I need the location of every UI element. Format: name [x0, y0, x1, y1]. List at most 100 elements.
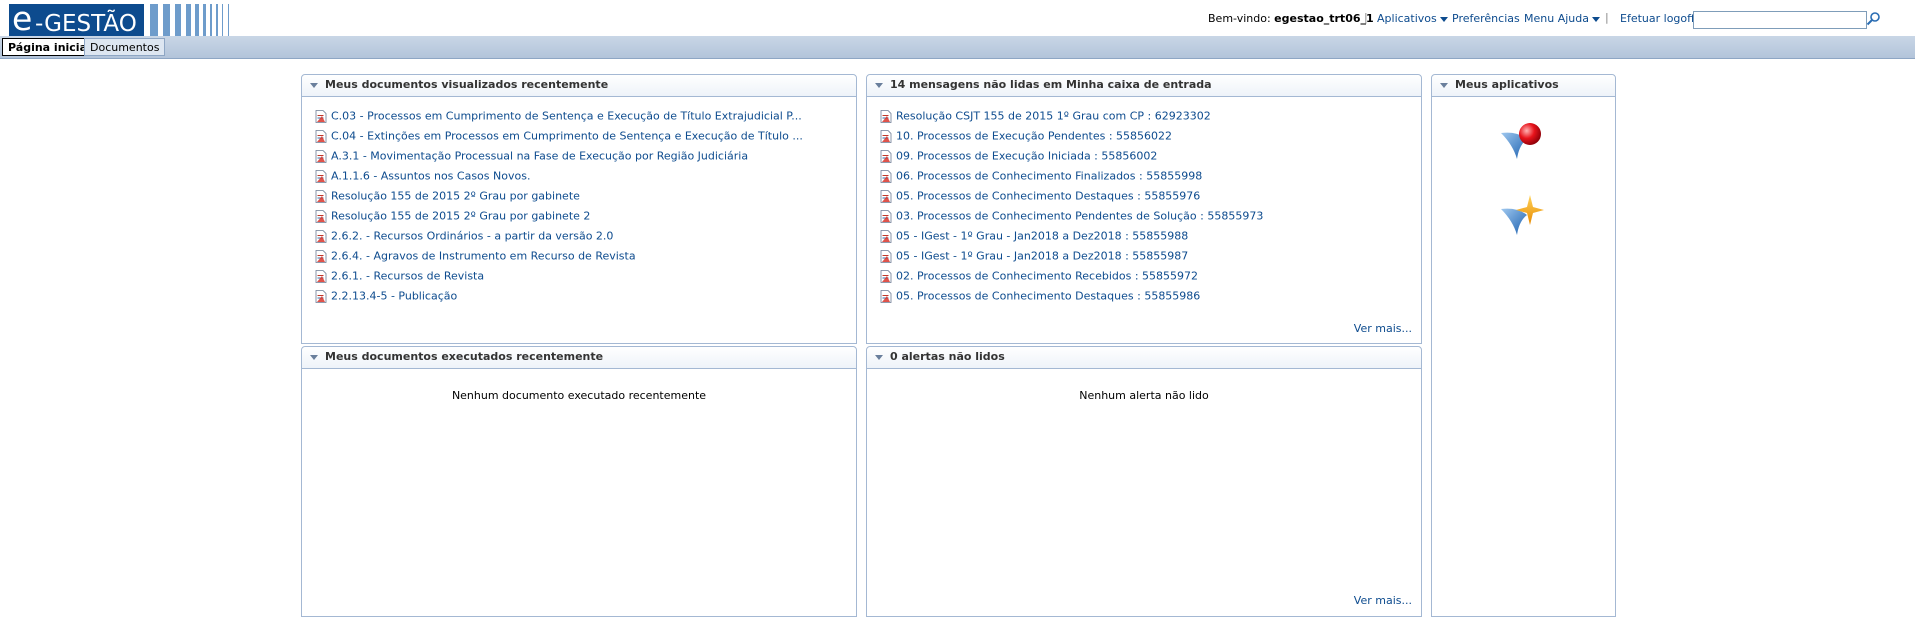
- report-document-icon: [880, 129, 892, 143]
- report-document-icon: [880, 289, 892, 303]
- tab-documents[interactable]: Documentos: [84, 38, 166, 56]
- collapse-icon[interactable]: [310, 83, 318, 88]
- recent-document-item-link[interactable]: A.1.1.6 - Assuntos nos Casos Novos.: [331, 170, 530, 183]
- inbox-message-item-link[interactable]: 03. Processos de Conhecimento Pendentes …: [896, 210, 1263, 223]
- inbox-message-item-link[interactable]: 05 - IGest - 1º Grau - Jan2018 a Dez2018…: [896, 250, 1188, 263]
- recent-document-item-link[interactable]: C.03 - Processos em Cumprimento de Sente…: [331, 110, 802, 123]
- report-document-icon: [315, 269, 327, 283]
- collapse-icon[interactable]: [1440, 83, 1448, 88]
- recent-document-item[interactable]: 2.2.13.4-5 - Publicação: [315, 289, 846, 309]
- portlet-header[interactable]: Meus documentos visualizados recentement…: [302, 75, 856, 97]
- separator: |: [1605, 11, 1609, 24]
- logo-stripe: [222, 4, 223, 36]
- collapse-icon[interactable]: [310, 355, 318, 360]
- logo-stripe: [163, 4, 170, 36]
- collapse-icon[interactable]: [875, 355, 883, 360]
- help-menu[interactable]: Menu Ajuda: [1524, 12, 1600, 25]
- report-document-icon: [880, 269, 892, 283]
- preferences-link[interactable]: Preferências: [1452, 12, 1520, 25]
- report-document-icon: [880, 209, 892, 223]
- report-document-icon: [880, 229, 892, 243]
- welcome-text: Bem-vindo: egestao_trt06_1: [1208, 12, 1374, 25]
- alerts-portlet: 0 alertas não lidos Nenhum alerta não li…: [866, 346, 1422, 617]
- recent-document-item-link[interactable]: C.04 - Extinções em Processos em Cumprim…: [331, 130, 803, 143]
- logo-text: -GESTÃO: [35, 11, 137, 36]
- collapse-icon[interactable]: [875, 83, 883, 88]
- inbox-message-item[interactable]: 03. Processos de Conhecimento Pendentes …: [880, 209, 1411, 229]
- inbox-message-item[interactable]: Resolução CSJT 155 de 2015 1º Grau com C…: [880, 109, 1411, 129]
- recent-viewed-portlet: Meus documentos visualizados recentement…: [301, 74, 857, 344]
- egestao-logo: e -GESTÃO: [0, 0, 240, 36]
- report-document-icon: [315, 149, 327, 163]
- empty-message: Nenhum documento executado recentemente: [451, 389, 707, 402]
- recent-document-item[interactable]: 2.6.1. - Recursos de Revista: [315, 269, 846, 289]
- report-document-icon: [315, 209, 327, 223]
- inbox-message-item-link[interactable]: 05 - IGest - 1º Grau - Jan2018 a Dez2018…: [896, 230, 1188, 243]
- empty-message: Nenhum alerta não lido: [1079, 389, 1209, 402]
- inbox-message-item-link[interactable]: Resolução CSJT 155 de 2015 1º Grau com C…: [896, 110, 1211, 123]
- help-menu-label: Menu Ajuda: [1524, 12, 1589, 25]
- recent-document-item[interactable]: A.3.1 - Movimentação Processual na Fase …: [315, 149, 846, 169]
- inbox-message-item[interactable]: 10. Processos de Execução Pendentes : 55…: [880, 129, 1411, 149]
- logo-stripe: [195, 4, 199, 36]
- apps-menu[interactable]: Aplicativos: [1377, 12, 1448, 25]
- inbox-list: Resolução CSJT 155 de 2015 1º Grau com C…: [880, 109, 1411, 309]
- recent-document-item-link[interactable]: Resolução 155 de 2015 2º Grau por gabine…: [331, 190, 580, 203]
- logo-stripe: [203, 4, 206, 36]
- inbox-message-item[interactable]: 06. Processos de Conhecimento Finalizado…: [880, 169, 1411, 189]
- inbox-message-item-link[interactable]: 10. Processos de Execução Pendentes : 55…: [896, 130, 1172, 143]
- recent-document-item[interactable]: 2.6.4. - Agravos de Instrumento em Recur…: [315, 249, 846, 269]
- portlet-title: 14 mensagens não lidas em Minha caixa de…: [890, 78, 1212, 91]
- alerts-more-link[interactable]: Ver mais...: [1354, 594, 1412, 607]
- chevron-down-icon: [1439, 16, 1448, 22]
- recent-document-item-link[interactable]: A.3.1 - Movimentação Processual na Fase …: [331, 150, 748, 163]
- inbox-message-item[interactable]: 09. Processos de Execução Iniciada : 558…: [880, 149, 1411, 169]
- username: egestao_trt06_1: [1274, 12, 1374, 25]
- recent-document-item-link[interactable]: 2.6.4. - Agravos de Instrumento em Recur…: [331, 250, 636, 263]
- portlet-title: Meus documentos executados recentemente: [325, 350, 604, 363]
- star-app-icon[interactable]: [1499, 193, 1549, 237]
- report-document-icon: [315, 129, 327, 143]
- portlet-header[interactable]: Meus documentos executados recentemente: [302, 347, 856, 369]
- logoff-link[interactable]: Efetuar logoff: [1620, 12, 1695, 25]
- inbox-message-item-link[interactable]: 05. Processos de Conhecimento Destaques …: [896, 290, 1200, 303]
- inbox-message-item-link[interactable]: 02. Processos de Conhecimento Recebidos …: [896, 270, 1198, 283]
- recent-document-item-link[interactable]: 2.2.13.4-5 - Publicação: [331, 290, 457, 303]
- inbox-message-item[interactable]: 05. Processos de Conhecimento Destaques …: [880, 189, 1411, 209]
- portlet-title: Meus documentos visualizados recentement…: [325, 78, 609, 91]
- inbox-message-item[interactable]: 05 - IGest - 1º Grau - Jan2018 a Dez2018…: [880, 229, 1411, 249]
- portlet-header[interactable]: Meus aplicativos: [1432, 75, 1615, 97]
- inbox-message-item[interactable]: 02. Processos de Conhecimento Recebidos …: [880, 269, 1411, 289]
- inbox-message-item-link[interactable]: 05. Processos de Conhecimento Destaques …: [896, 190, 1200, 203]
- portlet-header[interactable]: 0 alertas não lidos: [867, 347, 1421, 369]
- inbox-message-item-link[interactable]: 09. Processos de Execução Iniciada : 558…: [896, 150, 1157, 163]
- search-icon[interactable]: [1866, 11, 1881, 26]
- recent-document-item-link[interactable]: 2.6.2. - Recursos Ordinários - a partir …: [331, 230, 613, 243]
- logo-stripe: [228, 4, 229, 36]
- inbox-more-link[interactable]: Ver mais...: [1354, 322, 1412, 335]
- red-sphere-app-icon[interactable]: [1499, 119, 1549, 163]
- recent-document-item[interactable]: Resolução 155 de 2015 2º Grau por gabine…: [315, 189, 846, 209]
- recent-document-item-link[interactable]: 2.6.1. - Recursos de Revista: [331, 270, 484, 283]
- portlet-header[interactable]: 14 mensagens não lidas em Minha caixa de…: [867, 75, 1421, 97]
- header-bar: e -GESTÃO Bem-vindo: egestao_trt06_1 | A…: [0, 0, 1915, 36]
- recent-viewed-list: C.03 - Processos em Cumprimento de Sente…: [315, 109, 846, 309]
- recent-document-item[interactable]: Resolução 155 de 2015 2º Grau por gabine…: [315, 209, 846, 229]
- tab-home[interactable]: Página inicial: [2, 38, 97, 56]
- inbox-message-item-link[interactable]: 06. Processos de Conhecimento Finalizado…: [896, 170, 1202, 183]
- tab-bar: Página inicial Documentos: [0, 36, 1915, 59]
- report-document-icon: [315, 169, 327, 183]
- portlet-title: 0 alertas não lidos: [890, 350, 1005, 363]
- recent-document-item[interactable]: C.04 - Extinções em Processos em Cumprim…: [315, 129, 846, 149]
- recent-document-item[interactable]: C.03 - Processos em Cumprimento de Sente…: [315, 109, 846, 129]
- inbox-message-item[interactable]: 05. Processos de Conhecimento Destaques …: [880, 289, 1411, 309]
- report-document-icon: [315, 249, 327, 263]
- inbox-message-item[interactable]: 05 - IGest - 1º Grau - Jan2018 a Dez2018…: [880, 249, 1411, 269]
- report-document-icon: [315, 109, 327, 123]
- recent-document-item[interactable]: A.1.1.6 - Assuntos nos Casos Novos.: [315, 169, 846, 189]
- recent-document-item-link[interactable]: Resolução 155 de 2015 2º Grau por gabine…: [331, 210, 590, 223]
- search-input[interactable]: [1693, 11, 1867, 29]
- apps-menu-label: Aplicativos: [1377, 12, 1437, 25]
- portlet-title: Meus aplicativos: [1455, 78, 1559, 91]
- recent-document-item[interactable]: 2.6.2. - Recursos Ordinários - a partir …: [315, 229, 846, 249]
